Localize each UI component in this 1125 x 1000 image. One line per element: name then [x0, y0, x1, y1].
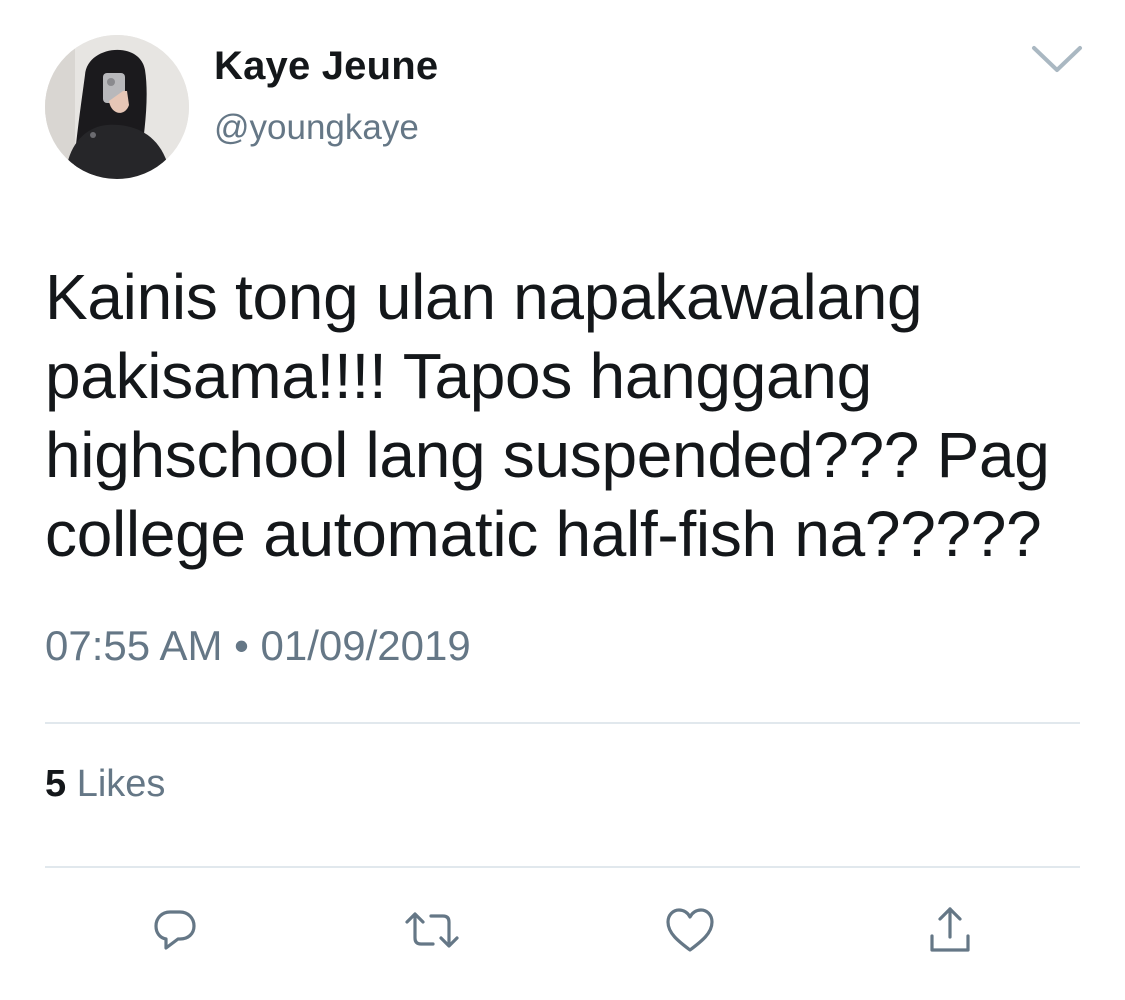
divider: [45, 722, 1080, 724]
retweet-button[interactable]: [402, 900, 462, 960]
tweet-text-line: highschool lang suspended??? Pag: [45, 419, 1050, 491]
avatar[interactable]: [45, 35, 189, 179]
share-button[interactable]: [920, 900, 980, 960]
chevron-down-icon[interactable]: [1030, 42, 1084, 76]
share-icon: [930, 907, 970, 952]
user-handle[interactable]: @youngkaye: [214, 108, 419, 148]
tweet-detail: Kaye Jeune @youngkaye Kainis tong ulan n…: [0, 0, 1125, 1000]
tweet-text: Kainis tong ulan napakawalang pakisama!!…: [45, 258, 1085, 574]
heart-icon: [666, 908, 714, 952]
tweet-text-line: college automatic half-fish na?????: [45, 498, 1042, 570]
tweet-text-line: pakisama!!!! Tapos hanggang: [45, 340, 872, 412]
likes-label: Likes: [76, 763, 166, 805]
display-name[interactable]: Kaye Jeune: [214, 44, 438, 89]
tweet-timestamp[interactable]: 07:55 AM • 01/09/2019: [45, 622, 471, 670]
reply-icon: [154, 910, 196, 950]
tweet-text-line: Kainis tong ulan napakawalang: [45, 261, 923, 333]
retweet-icon: [405, 912, 459, 948]
likes-stat[interactable]: 5 Likes: [45, 763, 165, 806]
avatar-image: [45, 35, 189, 179]
reply-button[interactable]: [145, 900, 205, 960]
like-button[interactable]: [660, 900, 720, 960]
divider: [45, 866, 1080, 868]
likes-count: 5: [45, 763, 67, 805]
